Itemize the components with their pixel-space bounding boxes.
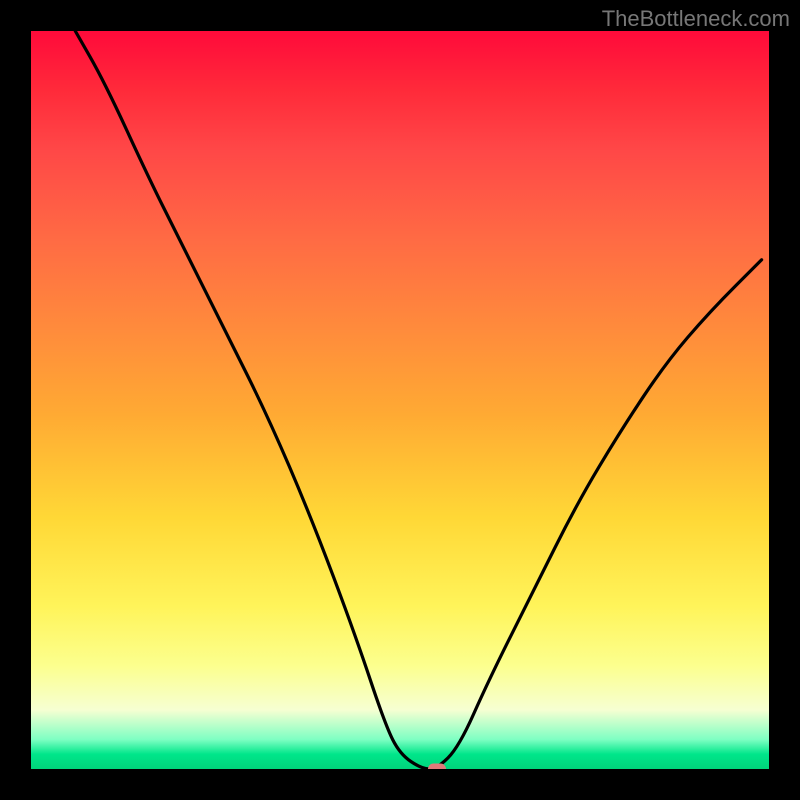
watermark-text: TheBottleneck.com	[602, 6, 790, 32]
minimum-marker	[428, 764, 446, 770]
chart-frame: TheBottleneck.com	[0, 0, 800, 800]
plot-area	[31, 31, 769, 769]
bottleneck-curve	[31, 31, 769, 769]
